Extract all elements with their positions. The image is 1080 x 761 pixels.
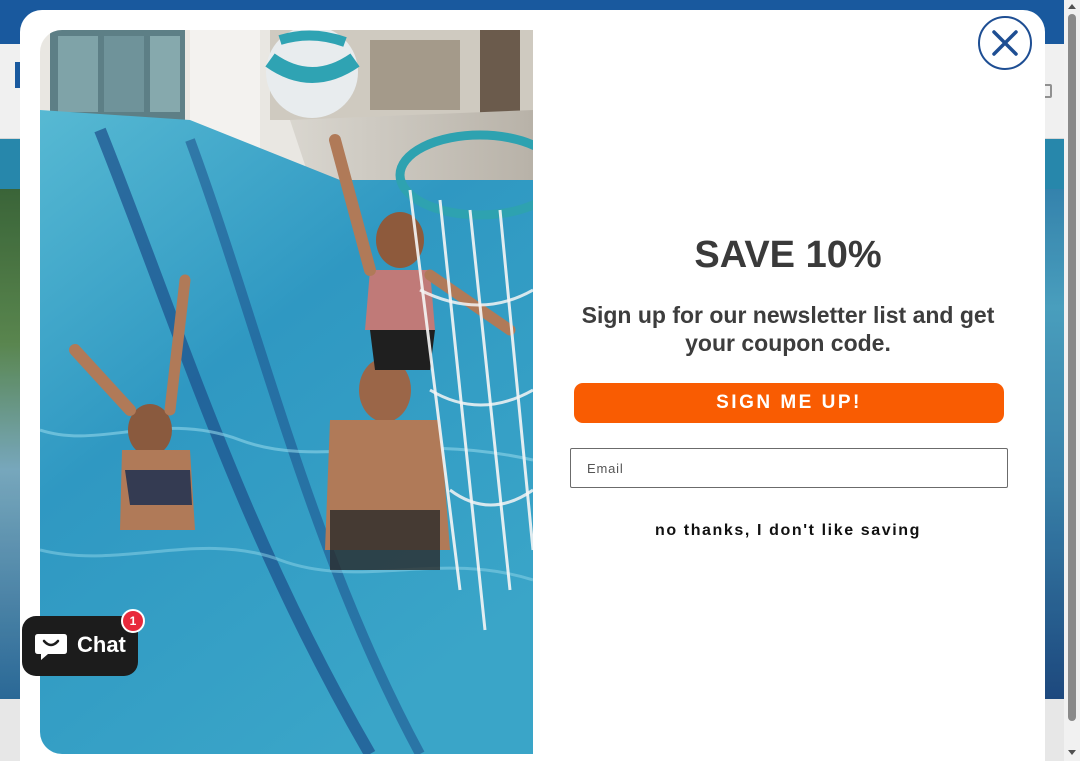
email-field[interactable] — [570, 448, 1008, 488]
popup-title: SAVE 10% — [694, 234, 882, 276]
chat-notification-badge: 1 — [121, 609, 145, 633]
chat-bubble-icon — [35, 634, 67, 660]
chat-label: Chat — [77, 632, 126, 657]
scroll-down-arrow-icon[interactable] — [1068, 750, 1076, 755]
chat-button[interactable]: Chat 1 — [22, 609, 145, 676]
scroll-up-arrow-icon[interactable] — [1068, 4, 1076, 9]
newsletter-popup: SAVE 10% Sign up for our newsletter list… — [20, 10, 1045, 761]
close-x-circle-icon — [992, 30, 1018, 56]
page-scrollbar[interactable] — [1064, 0, 1080, 761]
popup-subtitle: Sign up for our newsletter list and get … — [581, 302, 995, 356]
scrollbar-thumb[interactable] — [1068, 14, 1076, 721]
sign-me-up-button[interactable]: SIGN ME UP! — [574, 383, 1004, 423]
no-thanks-link[interactable]: no thanks, I don't like saving — [565, 522, 1011, 540]
close-button[interactable] — [978, 16, 1032, 70]
